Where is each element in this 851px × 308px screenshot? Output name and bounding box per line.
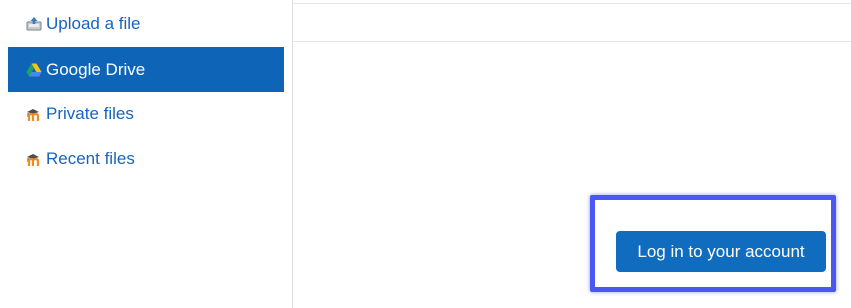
google-drive-icon xyxy=(26,62,42,78)
sidebar-item-label: Private files xyxy=(46,104,134,123)
login-button[interactable]: Log in to your account xyxy=(616,231,826,272)
sidebar-item-upload-a-file[interactable]: Upload a file xyxy=(8,1,284,46)
sidebar-item-private-files[interactable]: Private files xyxy=(8,91,284,136)
sidebar-item-recent-files[interactable]: Recent files xyxy=(8,136,284,181)
sidebar-item-google-drive[interactable]: Google Drive xyxy=(8,47,284,92)
moodle-icon xyxy=(26,106,42,122)
file-picker: Upload a file Google Drive Private files… xyxy=(0,0,851,308)
repository-sidebar: Upload a file Google Drive Private files… xyxy=(0,0,292,308)
repository-content-panel: Log in to your account xyxy=(292,0,851,308)
sidebar-item-label: Recent files xyxy=(46,149,135,168)
sidebar-item-label: Upload a file xyxy=(46,14,141,33)
upload-icon xyxy=(26,16,42,32)
sidebar-item-label: Google Drive xyxy=(46,60,146,79)
moodle-icon xyxy=(26,151,42,167)
file-picker-toolbar xyxy=(293,3,851,42)
